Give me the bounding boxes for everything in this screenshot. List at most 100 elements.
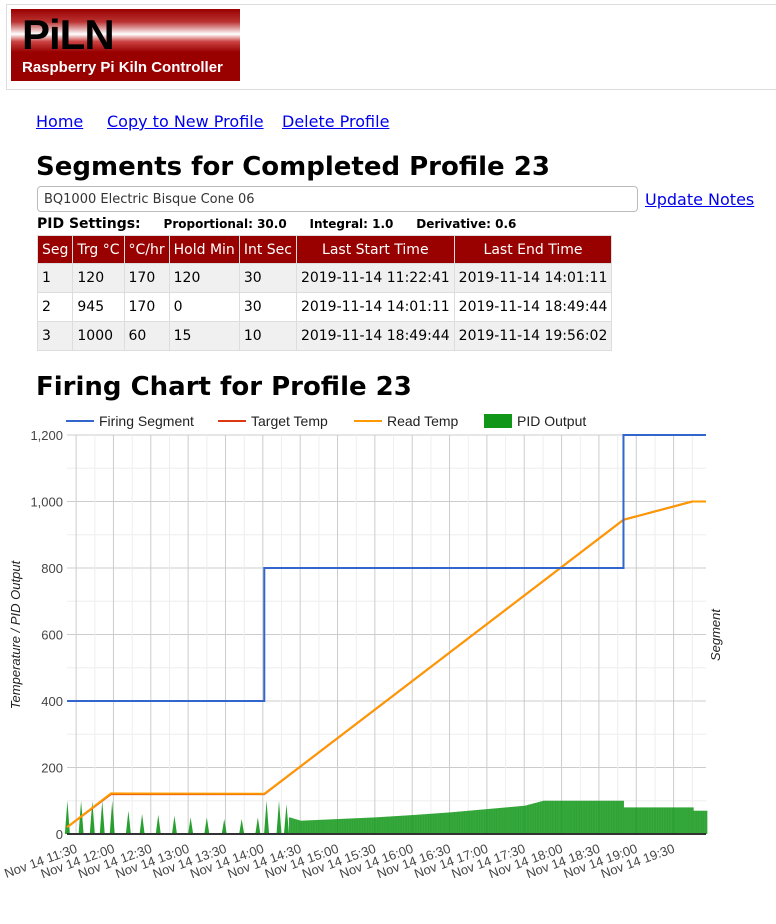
- segments-table: Seg Trg °C °C/hr Hold Min Int Sec Last Start …: [36, 235, 613, 351]
- pid-bar: [352, 818, 354, 834]
- pid-bar: [669, 807, 672, 834]
- pid-bar: [381, 816, 383, 834]
- pid-bar: [615, 800, 617, 834]
- y-tick-label: 800: [41, 561, 63, 576]
- pid-bar: [676, 807, 678, 834]
- pid-bar: [498, 808, 500, 834]
- pid-bar: [694, 810, 697, 834]
- pid-bar: [648, 807, 651, 834]
- pid-bar: [509, 807, 511, 834]
- pid-bar: [466, 810, 469, 834]
- pid-bar: [443, 812, 445, 834]
- pid-bar: [513, 806, 515, 834]
- pid-bar: [566, 800, 568, 834]
- pid-bar: [653, 807, 656, 834]
- pid-bar: [489, 808, 491, 834]
- pid-bar: [362, 817, 364, 834]
- pid-bar: [590, 800, 592, 834]
- pid-bar: [468, 810, 470, 834]
- delete-profile-link[interactable]: Delete Profile: [282, 112, 389, 131]
- pid-bar: [293, 818, 296, 834]
- pid-bar: [407, 815, 409, 834]
- pid-bar: [464, 811, 466, 834]
- pid-bar: [382, 816, 384, 834]
- pid-bar: [622, 800, 624, 834]
- pid-bar: [496, 808, 499, 834]
- pid-bar: [283, 804, 289, 834]
- pid-bar: [359, 818, 362, 834]
- pid-bar: [331, 819, 333, 834]
- pid-bar: [221, 819, 227, 834]
- pid-bar: [646, 807, 648, 834]
- pid-bar: [435, 813, 438, 834]
- pid-bar: [506, 807, 509, 834]
- pid-bar: [295, 819, 297, 834]
- pid-bar: [583, 800, 586, 834]
- pid-bar: [483, 809, 485, 834]
- pid-bar: [508, 807, 510, 834]
- pid-bar: [454, 811, 456, 834]
- pid-bar: [313, 820, 316, 834]
- table-cell: 0: [168, 292, 240, 322]
- y-tick-label: 200: [41, 761, 63, 776]
- pid-bar: [358, 818, 361, 834]
- pid-bar: [301, 820, 303, 834]
- pid-bar: [633, 807, 636, 834]
- pid-bar: [525, 805, 527, 834]
- pid-bar: [378, 817, 380, 834]
- pid-bar: [515, 806, 517, 834]
- pid-bar: [578, 800, 581, 834]
- pid-bar: [526, 805, 529, 834]
- pid-bar: [64, 800, 70, 834]
- pid-bar: [631, 807, 633, 834]
- table-cell: 2019-11-14 19:56:02: [453, 321, 613, 351]
- pid-bar: [596, 800, 598, 834]
- pid-bar: [499, 807, 501, 834]
- table-cell: 2019-11-14 18:49:44: [295, 321, 455, 351]
- update-notes-link[interactable]: Update Notes: [645, 190, 754, 209]
- table-cell: 120: [168, 263, 240, 293]
- pid-bar: [255, 817, 261, 834]
- pid-bar: [597, 800, 600, 834]
- pid-bar: [439, 813, 441, 834]
- pid-bar: [605, 800, 607, 834]
- pid-bar: [586, 800, 588, 834]
- pid-bar: [323, 819, 326, 834]
- notes-input[interactable]: [37, 186, 638, 212]
- home-link[interactable]: Home: [36, 112, 83, 131]
- table-cell: 2019-11-14 18:49:44: [453, 292, 613, 322]
- pid-bar: [522, 805, 525, 834]
- pid-bar: [539, 801, 541, 834]
- pid-bar: [312, 820, 315, 834]
- pid-bar: [702, 810, 704, 834]
- pid-proportional: Proportional: 30.0: [163, 217, 287, 231]
- pid-bar: [452, 812, 454, 834]
- legend-item: Target Temp: [251, 413, 328, 429]
- pid-bar: [555, 800, 557, 834]
- pid-bar: [471, 810, 474, 834]
- pid-bar: [415, 814, 418, 834]
- pid-bar: [616, 800, 618, 834]
- pid-bar: [403, 815, 405, 834]
- pid-bar: [546, 800, 549, 834]
- pid-bar: [500, 807, 502, 834]
- pid-bar: [393, 816, 395, 834]
- pid-bar: [575, 800, 577, 834]
- pid-bar: [463, 811, 465, 834]
- legend-item: PID Output: [517, 413, 586, 429]
- copy-profile-link[interactable]: Copy to New Profile: [107, 112, 264, 131]
- logo-text: PiLN: [22, 11, 115, 58]
- pid-bar: [550, 800, 552, 834]
- pid-bar: [667, 807, 669, 834]
- pid-bar: [429, 813, 432, 834]
- pid-bar: [511, 806, 514, 834]
- table-cell: 2: [36, 292, 74, 322]
- pid-bar: [461, 811, 464, 834]
- pid-bar: [504, 807, 506, 834]
- pid-bar: [369, 817, 372, 834]
- pid-bar: [276, 800, 282, 834]
- pid-bar: [469, 810, 471, 834]
- series-line-1: [66, 500, 706, 829]
- pid-bar: [705, 810, 708, 834]
- pid-derivative: Derivative: 0.6: [416, 217, 517, 231]
